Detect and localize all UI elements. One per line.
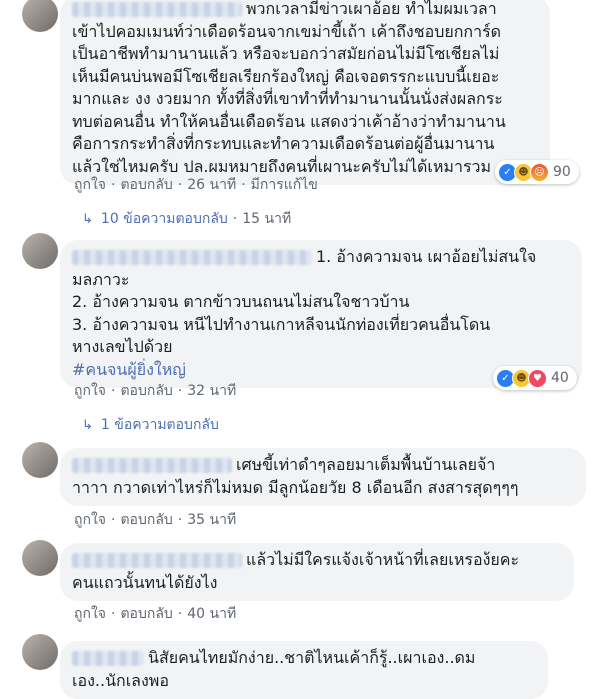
avatar[interactable] (22, 540, 58, 576)
comment-text-line: เป็นอาชีพทำมานานแล้ว หรือจะบอกว่าสมัยก่อ… (72, 44, 500, 63)
comment-bubble: แล้วไม่มีใครแจ้งเจ้าหน้าที่เลยเหรอง้ยคะ … (60, 543, 574, 601)
comment-text-line: เศษขี้เท่าดำๆลอยมาเต็มพื้นบ้านเลยจ้า (236, 455, 496, 474)
commenter-name[interactable] (72, 458, 232, 473)
reply-link[interactable]: ตอบกลับ (120, 174, 172, 196)
comment-bubble: นิสัยคนไทยมักง่าย..ชาติไหนเค้าก็รู้..เผา… (60, 641, 548, 699)
comment-text-line: 3. อ้างความจน หนีไปทำงานเกาหลีจนนักท่องเ… (72, 314, 491, 334)
view-replies-toggle[interactable]: ↳ 1 ข้อความตอบกลับ (82, 414, 219, 436)
angry-reaction-icon: ☹ (530, 162, 549, 182)
comment-text-line: มลภาวะ (72, 269, 130, 289)
comment-text-line: 1. อ้างความจน เผาอ้อยไม่สนใจ (316, 247, 537, 266)
comment-text-line: คือการกระทำสิ่งที่กระทบและทำความเดือดร้อ… (72, 134, 495, 153)
reaction-count: 90 (553, 164, 571, 180)
reactions-summary[interactable]: ✓ ☻ ☹ 90 (495, 160, 579, 184)
reply-link[interactable]: ตอบกลับ (120, 380, 172, 402)
commenter-name[interactable] (72, 2, 242, 17)
comment-text-line: เอง..นักเลงพอ (72, 670, 169, 690)
reaction-count: 40 (551, 370, 569, 386)
avatar[interactable] (22, 0, 58, 32)
comment-actions: ถูกใจ · ตอบกลับ · 35 นาที (74, 509, 236, 531)
reply-arrow-icon: ↳ (82, 212, 93, 227)
comment-actions: ถูกใจ · ตอบกลับ · 32 นาที (74, 380, 236, 402)
like-link[interactable]: ถูกใจ (74, 509, 106, 531)
love-reaction-icon: ♥ (528, 368, 547, 388)
timestamp[interactable]: 35 นาที (187, 509, 236, 531)
comment-text-line: นิสัยคนไทยมักง่าย..ชาติไหนเค้าก็รู้..เผา… (148, 648, 476, 667)
timestamp[interactable]: 32 นาที (187, 380, 236, 402)
timestamp[interactable]: 26 นาที (187, 174, 236, 196)
reply-link[interactable]: ตอบกลับ (120, 509, 172, 531)
avatar[interactable] (22, 442, 58, 478)
comment-bubble: เศษขี้เท่าดำๆลอยมาเต็มพื้นบ้านเลยจ้า าาา… (60, 448, 586, 506)
comment-text-line: แล้วไม่มีใครแจ้งเจ้าหน้าที่เลยเหรอง้ยคะ (246, 550, 520, 569)
comment-text-line: เห็นมีคนบ่นพอมีโซเชียลเรียกร้องใหญ่ คือเ… (72, 66, 500, 86)
comment-actions: ถูกใจ · ตอบกลับ · 40 นาที (74, 603, 236, 625)
reactions-summary[interactable]: ✓ ☻ ♥ 40 (493, 366, 577, 390)
like-link[interactable]: ถูกใจ (74, 174, 106, 196)
comment-text-line: หางเลขไปด้วย (72, 337, 173, 356)
edited-label[interactable]: มีการแก้ไข (251, 174, 318, 196)
like-link[interactable]: ถูกใจ (74, 603, 106, 625)
commenter-name[interactable] (72, 651, 144, 666)
comment-text-line: ทบต่อคนอื่น ทำให้คนอื่นเดือดร้อน แสดงว่า… (72, 111, 506, 131)
replies-count-label: 1 ข้อความตอบกลับ (100, 417, 219, 433)
comment-text-line: มากและ งง งวยมาก ทั้งที่สิ่งที่เขาทำที่ท… (72, 89, 503, 108)
timestamp[interactable]: 40 นาที (187, 603, 236, 625)
reply-timestamp: 15 นาที (242, 211, 292, 227)
reply-link[interactable]: ตอบกลับ (120, 603, 172, 625)
comment-text-line: พวกเวลามีข่าวเผาอ้อย ทำไมผมเวลา (246, 0, 497, 18)
commenter-name[interactable] (72, 250, 312, 265)
avatar[interactable] (22, 634, 58, 670)
like-link[interactable]: ถูกใจ (74, 380, 106, 402)
comment-text-line: าาาา กวาดเท่าไหร่ก็ไม่หมด มีลูกน้อยวัย 8… (72, 477, 519, 497)
reply-arrow-icon: ↳ (82, 418, 93, 433)
comment-bubble: พวกเวลามีข่าวเผาอ้อย ทำไมผมเวลา เข้าไปคอ… (60, 0, 550, 185)
comment-actions: ถูกใจ · ตอบกลับ · 26 นาที · มีการแก้ไข (74, 174, 318, 196)
comment-text-line: เข้าไปคอมเมนท์ว่าเดือดร้อนจากเขม่าขี้เถ้… (72, 21, 502, 41)
commenter-name[interactable] (72, 553, 242, 568)
comment-text-line: คนแถวนั้นทนได้ยังไง (72, 572, 218, 592)
view-replies-toggle[interactable]: ↳ 10 ข้อความตอบกลับ · 15 นาที (82, 208, 291, 230)
replies-count-label: 10 ข้อความตอบกลับ (100, 211, 228, 227)
avatar[interactable] (22, 233, 58, 269)
comment-text-line: 2. อ้างความจน ตากข้าวบนถนนไม่สนใจชาวบ้าน (72, 292, 410, 311)
